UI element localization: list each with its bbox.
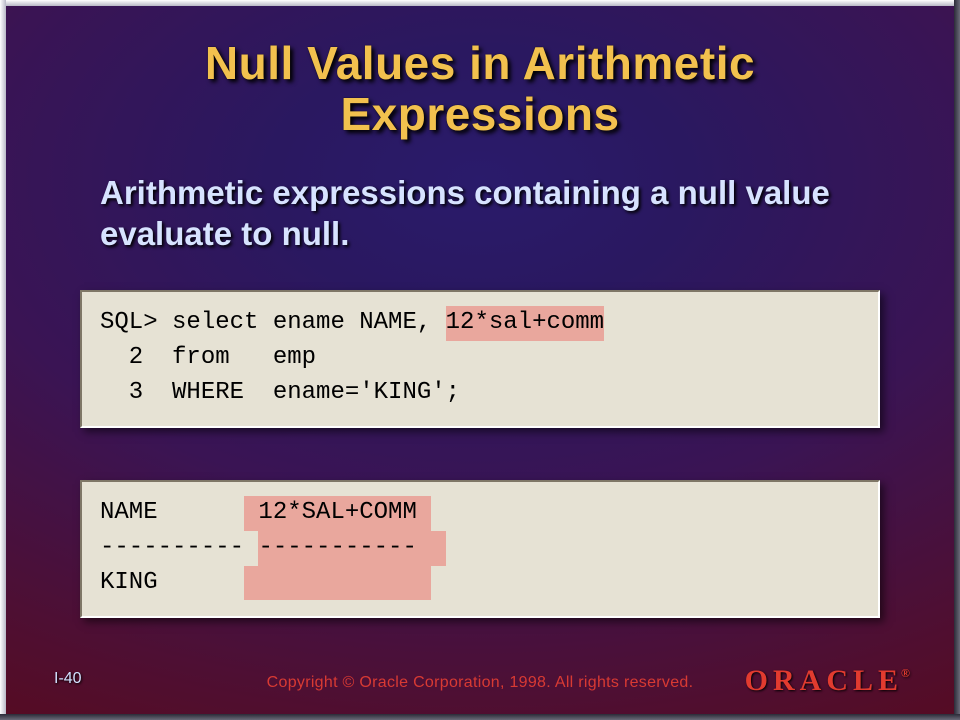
result-value-name: KING — [100, 569, 244, 596]
code-text: SQL> select ename NAME, — [100, 309, 446, 336]
result-col-expr-highlight: 12*SAL+COMM — [244, 496, 431, 531]
result-sep-name: ---------- — [100, 534, 258, 561]
result-separator-row: ---------- ----------- — [100, 531, 860, 566]
code-line-3: 3 WHERE ename='KING'; — [100, 376, 860, 411]
logo-registered-mark: ® — [901, 666, 910, 680]
result-col-name: NAME — [100, 499, 244, 526]
code-block-result: NAME 12*SAL+COMM ---------- ----------- … — [80, 480, 880, 618]
code-line-2: 2 from emp — [100, 341, 860, 376]
bevel-bottom — [0, 714, 960, 720]
result-header-row: NAME 12*SAL+COMM — [100, 496, 860, 531]
result-value-row: KING — [100, 566, 860, 601]
code-block-query: SQL> select ename NAME, 12*sal+comm 2 fr… — [80, 290, 880, 428]
bevel-top — [0, 0, 960, 6]
code-line-1: SQL> select ename NAME, 12*sal+comm — [100, 306, 860, 341]
slide-title: Null Values in Arithmetic Expressions — [0, 38, 960, 139]
slide-subtitle: Arithmetic expressions containing a null… — [100, 172, 880, 255]
result-value-expr-highlight — [244, 566, 431, 601]
code-highlight-expression: 12*sal+comm — [446, 306, 604, 341]
oracle-logo: ORACLE® — [745, 664, 912, 698]
slide: Null Values in Arithmetic Expressions Ar… — [0, 0, 960, 720]
result-sep-expr-highlight: ----------- — [258, 531, 445, 566]
logo-text: ORACLE — [745, 664, 903, 697]
